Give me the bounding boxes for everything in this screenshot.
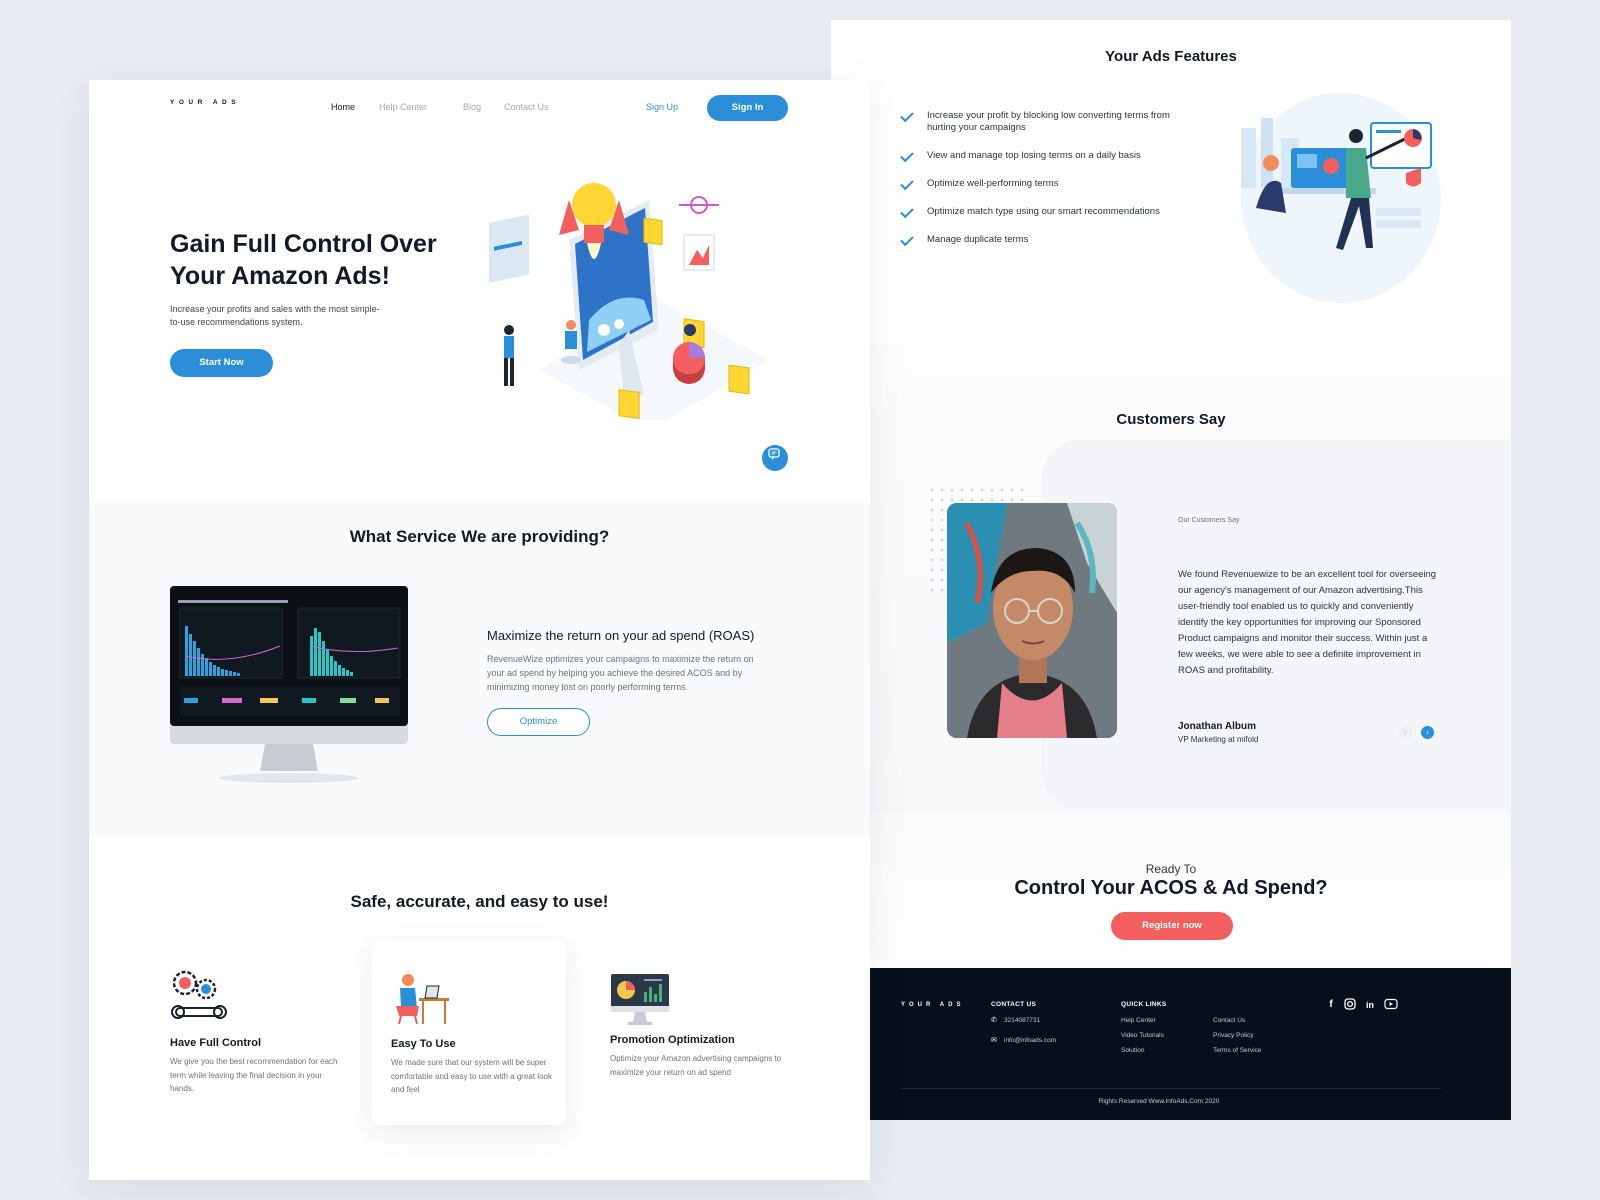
footer-link-help-center[interactable]: Help Center — [1121, 1017, 1156, 1024]
check-icon — [900, 148, 914, 163]
phone-icon: ✆ — [991, 1017, 997, 1024]
tile-description: We made sure that our system will be sup… — [391, 1058, 552, 1094]
check-icon — [900, 204, 914, 219]
carousel-prev-button[interactable]: ‹ — [1399, 726, 1412, 739]
service-heading: What Service We are providing? — [349, 527, 610, 546]
cta-heading: Control Your ACOS & Ad Spend? — [1014, 877, 1328, 899]
customers-section: Customers Say Our Customers Say We found… — [831, 345, 1511, 815]
nav-contact-us[interactable]: Contact Us — [504, 102, 549, 112]
features-section: Your Ads Features Increase your profit b… — [831, 20, 1511, 345]
footer-link-video-tutorials[interactable]: Video Tutorials — [1121, 1032, 1164, 1039]
tile-title: Easy To Use — [391, 1038, 456, 1050]
linkedin-icon[interactable]: in — [1363, 998, 1377, 1012]
chevron-left-icon: ‹ — [1404, 728, 1407, 737]
tile-description: We give you the best recommendation for … — [170, 1057, 338, 1093]
customer-name: Jonathan Album — [1178, 721, 1256, 732]
brand-logo[interactable]: YOUR ADS — [170, 98, 240, 108]
service-description: RevenueWize optimizes your campaigns to … — [487, 654, 754, 692]
monitor-chart-icon — [611, 974, 669, 1025]
customer-avatar — [947, 503, 1117, 738]
footer-link-contact-us[interactable]: Contact Us — [1213, 1017, 1245, 1024]
footer-copyright: Rights Reserved Www.InfoAds.Com 2020 — [1098, 1098, 1220, 1105]
sign-up-link[interactable]: Sign Up — [646, 102, 678, 112]
testimonial-quote: We found Revenuewize to be an excellent … — [1178, 569, 1437, 676]
nav-home[interactable]: Home — [331, 102, 355, 112]
left-page: YOUR ADS Home Help Center Blog Contact U… — [89, 80, 870, 1180]
feature-item: Increase your profit by blocking low con… — [900, 108, 1191, 134]
features-list: Increase your profit by blocking low con… — [900, 108, 1191, 262]
hero-subtitle: Increase your profits and sales with the… — [170, 304, 380, 327]
footer-link-solution[interactable]: Solution — [1121, 1047, 1145, 1054]
carousel-next-button[interactable]: › — [1421, 726, 1434, 739]
hero-title: Gain Full Control Over Your Amazon Ads! — [170, 230, 437, 290]
testimonial-label: Our Customers Say — [1178, 517, 1240, 524]
right-page: Your Ads Features Increase your profit b… — [831, 20, 1511, 1120]
check-icon — [900, 232, 914, 247]
chat-button[interactable] — [762, 445, 788, 471]
youtube-icon[interactable] — [1384, 998, 1398, 1012]
cta-kicker: Ready To — [1145, 862, 1197, 876]
feature-item: Optimize well-performing terms — [900, 176, 1191, 191]
nav-help-center[interactable]: Help Center — [379, 102, 427, 112]
feature-item: View and manage top losing terms on a da… — [900, 148, 1191, 163]
chat-icon — [768, 448, 780, 460]
tile-title: Promotion Optimization — [610, 1034, 735, 1046]
person-desk-icon — [396, 974, 449, 1025]
sign-in-button[interactable]: Sign In — [707, 95, 788, 121]
footer-divider — [901, 1088, 1441, 1089]
feature-item: Optimize match type using our smart reco… — [900, 204, 1191, 219]
cta-section: Ready To Control Your ACOS & Ad Spend? R… — [831, 815, 1511, 970]
chevron-right-icon: › — [1426, 728, 1429, 737]
customer-role: VP Marketing at mifold — [1178, 735, 1259, 744]
gears-wrench-icon — [171, 970, 227, 1019]
quick-links-title: QUICK LINKS — [1121, 1001, 1167, 1008]
mail-icon: ✉ — [991, 1037, 997, 1044]
service-title: Maximize the return on your ad spend (RO… — [487, 628, 755, 643]
footer-link-terms[interactable]: Terms of Service — [1213, 1047, 1261, 1054]
footer-link-privacy-policy[interactable]: Privacy Policy — [1213, 1032, 1253, 1039]
nav-blog[interactable]: Blog — [463, 102, 481, 112]
features-heading: Your Ads Features — [1105, 48, 1237, 65]
register-button[interactable]: Register now — [1111, 912, 1233, 940]
footer-email[interactable]: info@infoads.com — [1004, 1037, 1056, 1044]
safe-heading: Safe, accurate, and easy to use! — [350, 892, 609, 911]
footer: YOUR ADS CONTACT US ✆ 3214087731 ✉ info@… — [869, 968, 1511, 1120]
feature-item: Manage duplicate terms — [900, 232, 1191, 247]
tile-title: Have Full Control — [170, 1037, 262, 1049]
optimize-button[interactable]: Optimize — [487, 708, 590, 736]
service-section: What Service We are providing? Maximize … — [89, 503, 870, 838]
start-now-button[interactable]: Start Now — [170, 349, 273, 377]
facebook-icon[interactable]: f — [1324, 998, 1338, 1012]
hero-illustration — [489, 183, 769, 420]
footer-phone[interactable]: 3214087731 — [1004, 1017, 1040, 1024]
analytics-monitor-image — [170, 586, 408, 783]
instagram-icon[interactable] — [1343, 998, 1357, 1012]
contact-title: CONTACT US — [991, 1001, 1037, 1008]
footer-logo[interactable]: YOUR ADS — [901, 1000, 964, 1010]
check-icon — [900, 176, 914, 191]
tile-description: Optimize your Amazon advertising campaig… — [610, 1054, 782, 1077]
check-icon — [900, 108, 914, 123]
customers-heading: Customers Say — [1116, 411, 1226, 428]
features-illustration — [1241, 93, 1441, 303]
